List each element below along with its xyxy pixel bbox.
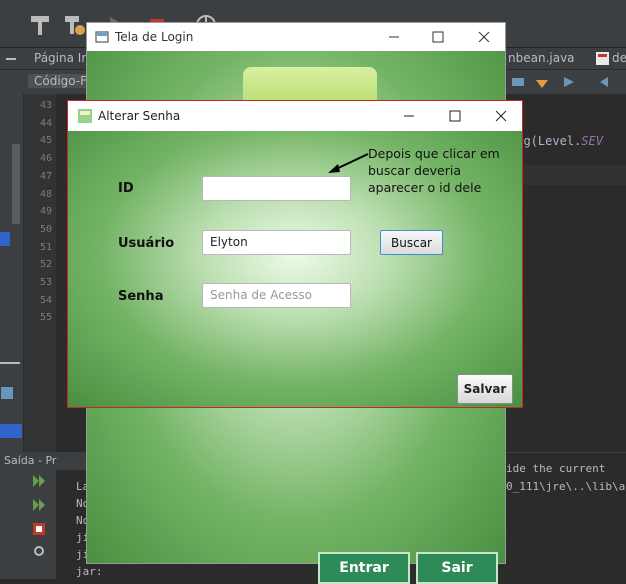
user-field[interactable]: Elyton: [202, 230, 351, 255]
output-panel-title[interactable]: Saída - Pr: [0, 452, 90, 470]
output-line: ide the current: [506, 462, 606, 475]
line-number: 53: [39, 277, 52, 288]
rerun-all-icon[interactable]: [32, 498, 46, 512]
maximize-icon[interactable]: [447, 108, 463, 124]
tab-codigo-fonte[interactable]: Código-F: [28, 74, 94, 88]
tab-de[interactable]: de: [612, 51, 626, 65]
dialog-background: ID Usuário Elyton Senha Senha de Acesso …: [68, 131, 522, 407]
selection-marker-2: [0, 424, 22, 438]
panel-divider: [0, 362, 20, 364]
id-label: ID: [118, 181, 134, 196]
output-line: 0_111\jre\..\lib\a: [506, 480, 626, 493]
hammer-icon[interactable]: [28, 13, 52, 37]
shift-left-icon[interactable]: [598, 74, 614, 90]
maximize-icon[interactable]: [430, 29, 446, 45]
line-number: 45: [39, 135, 52, 147]
output-toolbar: [0, 470, 56, 579]
password-field[interactable]: Senha de Acesso: [202, 283, 351, 308]
minimize-icon[interactable]: [401, 108, 417, 124]
line-number: 52: [39, 259, 52, 271]
line-number-gutter: [24, 94, 56, 454]
tab-bean-java[interactable]: nbean.java: [508, 51, 575, 65]
annotation-note: Depois que clicar em buscar deveria apar…: [368, 146, 500, 195]
dialog-titlebar[interactable]: Alterar Senha: [68, 101, 522, 131]
line-number: 51: [39, 241, 52, 253]
current-line-highlight: [507, 165, 626, 185]
java-file-icon: [596, 52, 609, 65]
output-line: jar:: [76, 565, 103, 578]
line-number: 50: [39, 223, 52, 235]
minimize-icon[interactable]: [386, 29, 402, 45]
arrow-annotation-icon: [328, 153, 369, 173]
line-number: 48: [39, 188, 52, 200]
app-icon: [78, 109, 92, 123]
login-titlebar[interactable]: Tela de Login: [87, 23, 505, 51]
password-label: Senha: [118, 289, 164, 304]
stop-icon[interactable]: [32, 522, 46, 536]
bookmark-icon[interactable]: [510, 74, 526, 90]
minimize-panel-icon[interactable]: [6, 56, 16, 62]
line-number: 46: [39, 153, 52, 165]
save-button[interactable]: Salvar: [457, 374, 513, 404]
selection-marker: [0, 232, 10, 246]
side-scrollbar[interactable]: [12, 144, 20, 224]
clean-build-icon[interactable]: [62, 13, 86, 37]
line-number: 55: [39, 312, 52, 324]
app-icon: [95, 31, 109, 43]
database-icon[interactable]: [0, 386, 14, 400]
line-number: 44: [39, 117, 52, 129]
ide-side-strip: [0, 94, 24, 454]
login-window-title: Tela de Login: [115, 30, 194, 44]
code-keyword: SEV: [581, 134, 603, 148]
line-number: 47: [39, 170, 52, 182]
code-line: log(Level.SEV: [509, 134, 603, 148]
change-password-dialog: Alterar Senha ID Usuário Elyton Senha Se…: [67, 100, 523, 408]
id-field[interactable]: [202, 176, 351, 201]
close-icon[interactable]: [476, 29, 492, 45]
user-label: Usuário: [118, 236, 175, 251]
arrow-down-icon[interactable]: [534, 74, 550, 90]
rerun-icon[interactable]: [32, 474, 46, 488]
line-number: 54: [39, 294, 52, 306]
tab-pagina-inicial[interactable]: Página In: [34, 51, 89, 65]
settings-icon[interactable]: [32, 544, 46, 558]
line-number: 49: [39, 206, 52, 218]
search-button[interactable]: Buscar: [380, 230, 443, 255]
dialog-title: Alterar Senha: [98, 109, 181, 123]
next-bookmark-icon[interactable]: [560, 74, 576, 90]
line-number: 43: [39, 100, 52, 111]
exit-button[interactable]: Sair: [416, 552, 498, 584]
close-icon[interactable]: [493, 108, 509, 124]
enter-button[interactable]: Entrar: [318, 552, 410, 584]
